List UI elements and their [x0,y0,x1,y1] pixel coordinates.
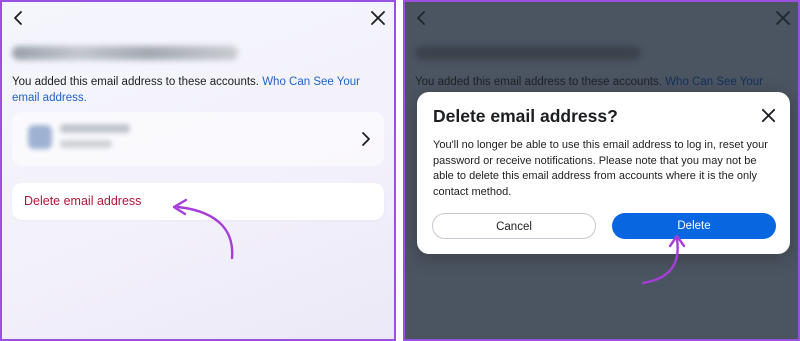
account-name-blurred [60,124,130,133]
arrow-annotation-icon [172,198,234,260]
account-type-blurred [60,140,112,148]
back-icon[interactable] [11,10,27,26]
right-screen: You added this email address to these ac… [403,0,800,341]
chevron-right-icon [360,131,372,152]
dimmed-info-text: You added this email address to these ac… [415,76,666,88]
close-icon[interactable] [761,108,776,128]
info-text: You added this email address to these ac… [12,76,263,88]
back-icon [414,10,430,26]
dialog-title: Delete email address? [433,106,618,126]
account-card[interactable] [12,112,384,166]
left-screen: You added this email address to these ac… [0,0,396,341]
account-avatar [28,125,52,149]
cancel-button[interactable]: Cancel [432,213,596,239]
blurred-email-address [415,46,641,60]
dialog-message: You'll no longer be able to use this ema… [433,139,768,198]
close-icon [775,10,791,26]
blurred-email-address [12,46,238,60]
dimmed-link: Who Can See Your [665,76,764,88]
accounts-info-text: You added this email address to these ac… [12,74,382,106]
close-icon[interactable] [370,10,386,26]
delete-email-dialog: Delete email address? You'll no longer b… [417,92,790,254]
arrow-annotation-icon [641,234,686,285]
dimmed-accounts-info-text: You added this email address to these ac… [415,74,795,90]
